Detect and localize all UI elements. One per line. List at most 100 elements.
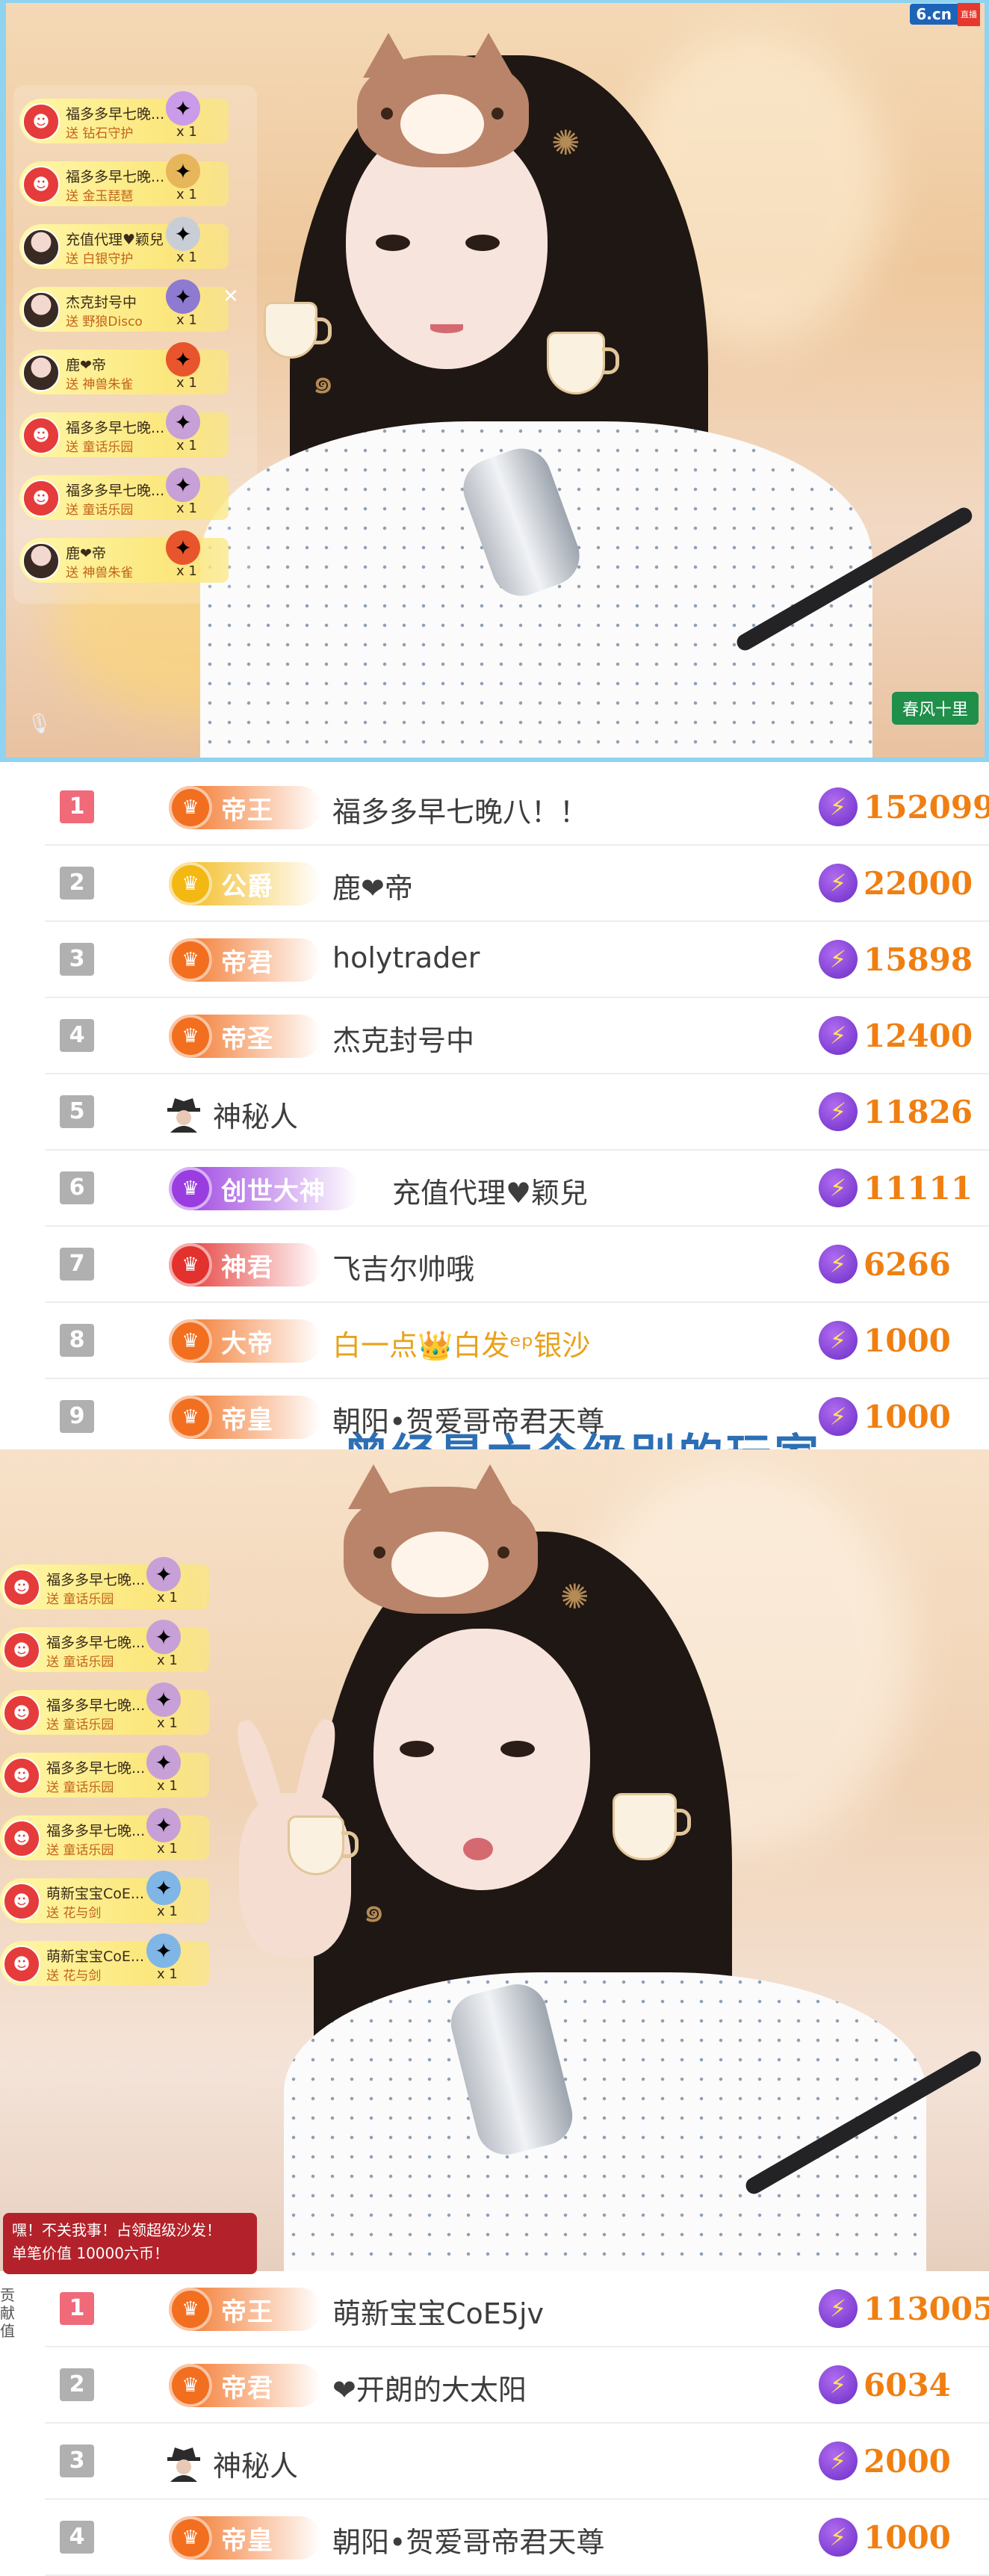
user-name[interactable]: 福多多早七晚八！！ (332, 789, 588, 830)
gift-feed-item[interactable]: ☻ 福多多早七晚... 送 童话乐园 ✦ x 1 (0, 1808, 239, 1865)
gift-feed-item[interactable]: ☻ 福多多早七晚... 送 童话乐园 ✦ x 1 (0, 1682, 239, 1739)
gift-feed-item[interactable]: ☻ 福多多早七晚... 送 金玉琵琶 ✦ x 1 (19, 154, 251, 211)
swirl-sticker: ๑ (363, 1889, 385, 1930)
gift-sender-name[interactable]: 福多多早七晚... (46, 1820, 145, 1840)
user-name[interactable]: 朝阳•贺爱哥帝君天尊 (332, 2519, 604, 2560)
avatar[interactable]: ☻ (3, 1694, 40, 1732)
gift-feed-item[interactable]: ☻ 萌新宝宝CoE... 送 花与剑 ✦ x 1 (0, 1933, 239, 1990)
user-name[interactable]: 神秘人 (213, 1094, 298, 1135)
user-name[interactable]: 杰克封号中 (332, 1018, 474, 1059)
gift-feed-item[interactable]: 鹿❤帝送 神兽朱雀 ✦ x 1 (19, 342, 251, 399)
user-name[interactable]: 鹿❤帝 (332, 865, 413, 906)
gift-sender-name[interactable]: 萌新宝宝CoE... (46, 1945, 144, 1966)
ranking-row[interactable]: 2 ♛ 帝君 ❤开朗的大太阳 ⚡ 6034 (45, 2347, 989, 2424)
gift-feed-item[interactable]: ☻ 萌新宝宝CoE... 送 花与剑 ✦ x 1 (0, 1871, 239, 1928)
gift-description: 送 神兽朱雀 (66, 377, 134, 392)
avatar[interactable]: ☻ (3, 1632, 40, 1669)
contribution-score: ⚡ 22000 (819, 864, 973, 902)
user-name[interactable]: 白一点👑白发ᵉᵖ银沙 (332, 1322, 590, 1363)
gift-sender-name[interactable]: 充值代理♥颖兒 (66, 229, 164, 249)
gift-feed-item[interactable]: ☻ 福多多早七晚... 送 童话乐园 ✦ x 1 (19, 405, 251, 462)
ranking-row[interactable]: 3 神秘人 ⚡ 2000 (45, 2424, 989, 2500)
gift-sender-name[interactable]: 福多多早七晚... (46, 1757, 145, 1777)
gift-sender-name[interactable]: 福多多早七晚... (46, 1632, 145, 1652)
live-stream-video-bottom[interactable]: ๑ ✺ ☻ 福多多早七晚... 送 童话乐园 ✦ x 1 ☻ 福多多早七晚... 送 童话乐园… (0, 1449, 989, 2271)
medal-emblem-icon: ♛ (169, 2516, 212, 2560)
avatar[interactable]: ☻ (22, 103, 60, 140)
gift-sender-name[interactable]: 萌新宝宝CoE... (46, 1883, 144, 1903)
gift-feed-item[interactable]: ☻ 福多多早七晚... 送 童话乐园 ✦ x 1 (0, 1557, 239, 1614)
user-name[interactable]: 神秘人 (213, 2443, 298, 2484)
gift-sender-name[interactable]: 福多多早七晚... (66, 480, 164, 500)
lightning-icon: ⚡ (819, 1245, 858, 1284)
user-name[interactable]: holytrader (332, 941, 480, 974)
medal-label: 帝皇 (221, 2525, 273, 2556)
medal-label: 帝王 (221, 795, 273, 826)
lightning-icon: ⚡ (819, 1321, 858, 1360)
gift-sender-name[interactable]: 鹿❤帝 (66, 354, 106, 374)
gift-count: x 1 (176, 312, 197, 328)
gift-sender-name[interactable]: 福多多早七晚... (66, 166, 164, 186)
gift-sender-name[interactable]: 福多多早七晚... (46, 1694, 145, 1715)
ranking-row[interactable]: 5 神秘人 ⚡ 11826 (45, 1074, 989, 1151)
ranking-row[interactable]: 1 ♛ 帝王 福多多早七晚八！！ ⚡ 152099 (45, 770, 989, 846)
avatar[interactable]: ☻ (22, 166, 60, 203)
gift-sender-name[interactable]: 福多多早七晚... (46, 1569, 145, 1589)
gift-description: 送 童话乐园 (46, 1592, 114, 1607)
medal-emblem-icon: ♛ (169, 938, 212, 982)
rank-number: 2 (60, 2368, 94, 2401)
avatar[interactable]: ☻ (22, 480, 60, 517)
gift-feed-item[interactable]: ☻ 福多多早七晚... 送 童话乐园 ✦ x 1 (0, 1620, 239, 1676)
contribution-ranking-list: 1 ♛ 帝王 萌新宝宝CoE5jv ⚡ 113005 2 ♛ 帝君 ❤开朗的大太阳 ⚡ 6034 3 神秘… (45, 2271, 989, 2576)
ranking-row[interactable]: 8 ♛ 大帝 白一点👑白发ᵉᵖ银沙 ⚡ 1000 (45, 1303, 989, 1379)
lightning-icon: ⚡ (819, 940, 858, 979)
user-name[interactable]: ❤开朗的大太阳 (332, 2367, 527, 2408)
avatar[interactable]: ☻ (3, 1883, 40, 1920)
ranking-row[interactable]: 6 ♛ 创世大神 充值代理♥颖兒 ⚡ 11111 (45, 1151, 989, 1227)
ranking-row[interactable]: 2 ♛ 公爵 鹿❤帝 ⚡ 22000 (45, 846, 989, 922)
ranking-row[interactable]: 4 ♛ 帝圣 杰克封号中 ⚡ 12400 (45, 998, 989, 1074)
ranking-row[interactable]: 3 ♛ 帝君 holytrader ⚡ 15898 (45, 922, 989, 998)
avatar[interactable]: ☻ (3, 1569, 40, 1606)
gift-feed-item[interactable]: 杰克封号中送 野狼Disco ✦ x 1 (19, 279, 251, 336)
close-icon[interactable]: ✕ (223, 285, 239, 308)
avatar[interactable]: ☻ (22, 417, 60, 454)
lightning-icon: ⚡ (819, 1016, 858, 1055)
score-value: 1000 (864, 1398, 951, 1435)
gift-sender-name[interactable]: 杰克封号中 (66, 291, 137, 312)
avatar[interactable] (22, 354, 60, 391)
super-sofa-notice[interactable]: 嘿！不关我事！占领超级沙发！ 单笔价值 10000六币！ (3, 2213, 257, 2274)
contribution-ranking-list: 1 ♛ 帝王 福多多早七晚八！！ ⚡ 152099 2 ♛ 公爵 鹿❤帝 ⚡ 22000 3 ♛ 帝君 hol… (45, 770, 989, 1455)
avatar[interactable] (22, 291, 60, 329)
ranking-row[interactable]: 4 ♛ 帝皇 朝阳•贺爱哥帝君天尊 ⚡ 1000 (45, 2500, 989, 2576)
live-stream-video-top[interactable]: ๑ ✺ 6.cn 直播 ☻ 福多多早七晚... 送 钻石守护 ✦ x 1 ☻ 福多多早七晚.… (0, 0, 989, 762)
contribution-score: ⚡ 6266 (819, 1245, 951, 1284)
contribution-score: ⚡ 2000 (819, 2442, 951, 2480)
score-value: 11111 (864, 1169, 973, 1207)
gift-feed-item[interactable]: 鹿❤帝送 神兽朱雀 ✦ x 1 (19, 530, 251, 587)
user-name[interactable]: 充值代理♥颖兒 (392, 1170, 588, 1211)
rank-number: 4 (60, 1019, 94, 1052)
avatar[interactable]: ☻ (3, 1945, 40, 1983)
avatar[interactable] (22, 229, 60, 266)
rank-number: 1 (60, 790, 94, 823)
gift-sender-name[interactable]: 福多多早七晚... (66, 103, 164, 123)
gift-feed-item[interactable]: 充值代理♥颖兒送 白银守护 ✦ x 1 (19, 217, 251, 273)
user-name[interactable]: 萌新宝宝CoE5jv (332, 2291, 544, 2332)
gift-sender-name[interactable]: 鹿❤帝 (66, 542, 106, 563)
site-logo[interactable]: 6.cn 直播 (910, 3, 980, 26)
ranking-row[interactable]: 1 ♛ 帝王 萌新宝宝CoE5jv ⚡ 113005 (45, 2271, 989, 2347)
gift-feed-item[interactable]: ☻ 福多多早七晚... 送 钻石守护 ✦ x 1 (19, 91, 251, 148)
gift-feed-item[interactable]: ☻ 福多多早七晚... 送 童话乐园 ✦ x 1 (0, 1745, 239, 1802)
avatar[interactable] (22, 542, 60, 580)
level-medal: ♛ 创世大神 (169, 1167, 359, 1210)
avatar[interactable]: ☻ (3, 1757, 40, 1795)
gift-feed-item[interactable]: ☻ 福多多早七晚... 送 童话乐园 ✦ x 1 (19, 468, 251, 524)
user-name[interactable]: 飞吉尔帅哦 (332, 1246, 474, 1287)
ranking-row[interactable]: 7 ♛ 神君 飞吉尔帅哦 ⚡ 6266 (45, 1227, 989, 1303)
lightning-icon: ⚡ (819, 864, 858, 902)
streamer-tag[interactable]: 春风十里 (891, 692, 979, 725)
microphone-icon[interactable]: 🎙 (27, 713, 52, 735)
avatar[interactable]: ☻ (3, 1820, 40, 1857)
gift-sender-name[interactable]: 福多多早七晚... (66, 417, 164, 437)
